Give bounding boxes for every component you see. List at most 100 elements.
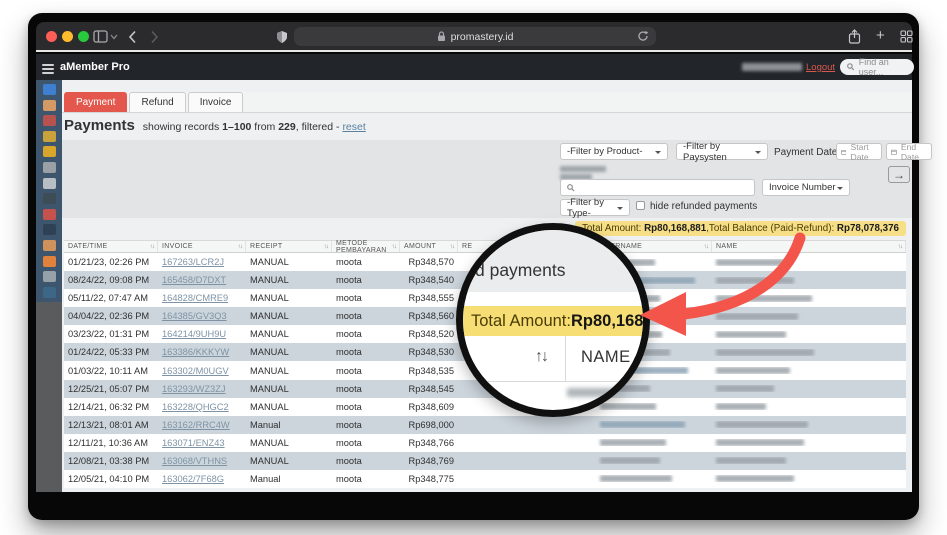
hamburger-menu-icon[interactable] [42, 62, 54, 76]
logout-link[interactable]: Logout [806, 62, 835, 73]
cell-name-redacted [712, 403, 906, 411]
close-window-button[interactable] [46, 31, 57, 42]
sort-icon[interactable]: ↑↓ [898, 243, 903, 250]
address-bar[interactable]: promastery.id [294, 27, 656, 46]
share-icon[interactable] [848, 29, 861, 44]
loupe-redacted-name-2 [611, 402, 643, 410]
cell-invoice: 165458/D7DXT [158, 275, 246, 285]
forward-icon[interactable] [150, 30, 159, 44]
reload-icon[interactable] [637, 30, 649, 42]
invoice-link[interactable]: 163228/QHGC2 [162, 402, 229, 412]
cell-receipt: MANUAL [250, 293, 289, 304]
privacy-shield-icon[interactable] [276, 30, 288, 44]
cell-invoice: 163386/KKKYW [158, 347, 246, 357]
utilities-wrench-icon[interactable] [42, 271, 56, 283]
invoice-link[interactable]: 163062/7F68G [162, 474, 224, 484]
cell-amount: Rp348,775 [408, 473, 455, 484]
invoice-link[interactable]: 164214/9UH9U [162, 329, 226, 339]
invoice-link[interactable]: 164385/GV3Q3 [162, 311, 227, 321]
zoom-window-button[interactable] [78, 31, 89, 42]
invoice-link[interactable]: 163302/M0UGV [162, 366, 229, 376]
cell-name-redacted [712, 385, 906, 393]
sort-icon[interactable]: ↑↓ [150, 243, 155, 250]
table-row: 12/11/21, 10:36 AM 163071/ENZ43 MANUAL moot… [64, 433, 906, 452]
tab-refund[interactable]: Refund [129, 92, 186, 112]
products-briefcase-icon[interactable] [42, 130, 56, 142]
apply-date-filter-button[interactable]: → [888, 166, 910, 183]
admin-sidebar [36, 80, 62, 302]
tab-payment[interactable]: Payment [64, 92, 128, 112]
loupe-name-header: NAME [581, 348, 631, 366]
filter-type-select[interactable]: -Filter by Type- [560, 197, 630, 219]
cell-invoice: 167263/LCR2J [158, 257, 246, 267]
invoice-link[interactable]: 165458/D7DXT [162, 275, 226, 285]
records-suffix: , filtered - [295, 121, 340, 133]
cell-metode-pembayaran: moota [336, 473, 362, 484]
sort-icon[interactable]: ↑↓ [238, 243, 243, 250]
cell-metode-pembayaran: moota [336, 275, 362, 286]
reports-chart-icon[interactable] [42, 115, 56, 127]
minimize-window-button[interactable] [62, 31, 73, 42]
invoice-link[interactable]: 167263/LCR2J [162, 257, 224, 267]
filter-paysystem-select[interactable]: -Filter by Paysysten [676, 141, 768, 163]
cell-receipt: Manual [250, 419, 281, 430]
find-user-search[interactable]: Find an user... [840, 57, 914, 77]
helpdesk-agent-icon[interactable] [42, 239, 56, 251]
records-from: from [254, 121, 276, 133]
hide-refunded-checkbox[interactable] [636, 201, 645, 210]
invoice-link[interactable]: 163068/VTHNS [162, 456, 227, 466]
cell-date: 05/11/22, 07:47 AM [68, 293, 148, 304]
cell-invoice: 163293/WZ3ZJ [158, 384, 246, 394]
sort-icon[interactable]: ↑↓ [450, 243, 455, 250]
affiliates-group-icon[interactable] [42, 193, 56, 205]
records-range: 1–100 [222, 121, 252, 133]
invoice-link[interactable]: 163293/WZ3ZJ [162, 384, 226, 394]
invoice-link[interactable]: 163162/RRC4W [162, 420, 230, 430]
form-editor-pen-icon[interactable] [42, 208, 56, 220]
content-books-icon[interactable] [42, 224, 56, 236]
tab-overview-icon[interactable] [900, 30, 913, 43]
cell-username-redacted [596, 457, 712, 465]
protect-lock-icon[interactable] [42, 146, 56, 158]
new-tab-icon[interactable]: + [876, 27, 885, 44]
site-title: aMember Pro [60, 61, 130, 73]
reset-filter-link[interactable]: reset [342, 121, 365, 133]
search-icon [847, 63, 855, 71]
cell-receipt: MANUAL [250, 257, 289, 268]
help-globe-icon[interactable] [42, 286, 56, 298]
sort-icon[interactable]: ↑↓ [392, 243, 397, 250]
chevron-down-icon[interactable] [110, 34, 118, 40]
cell-metode-pembayaran: moota [336, 437, 362, 448]
filter-product-select[interactable]: -Filter by Product- [560, 143, 668, 160]
cell-name-redacted [712, 475, 906, 483]
cell-date: 12/13/21, 08:01 AM [68, 419, 149, 430]
invoice-link[interactable]: 164828/CMRE9 [162, 293, 228, 303]
column-header-date-time[interactable]: DATE/TIME ↑↓ [64, 241, 158, 252]
tab-invoice[interactable]: Invoice [187, 92, 244, 112]
sort-icon[interactable]: ↑↓ [324, 243, 329, 250]
invoice-link[interactable]: 163386/KKKYW [162, 347, 229, 357]
cell-amount: Rp348,535 [408, 365, 455, 376]
dashboard-icon[interactable] [42, 84, 56, 95]
invoice-link[interactable]: 163071/ENZ43 [162, 438, 225, 448]
column-header-amount[interactable]: AMOUNT ↑↓ [400, 241, 458, 252]
settings-gear-icon[interactable] [42, 161, 56, 173]
sidebar-toggle-icon[interactable] [93, 30, 108, 43]
users-icon[interactable] [42, 99, 56, 111]
end-date-input[interactable]: End Date [886, 142, 932, 162]
column-header-receipt[interactable]: RECEIPT ↑↓ [246, 241, 332, 252]
cart-icon[interactable] [42, 177, 56, 189]
column-header-invoice[interactable]: INVOICE ↑↓ [158, 241, 246, 252]
cell-receipt: MANUAL [250, 437, 289, 448]
cell-amount: Rp348,530 [408, 347, 455, 358]
cell-date: 08/24/22, 09:08 PM [68, 275, 150, 286]
cell-date: 12/08/21, 03:38 PM [68, 455, 150, 466]
cell-name-redacted [712, 367, 906, 374]
back-icon[interactable] [128, 30, 137, 44]
invoice-number-select[interactable]: Invoice Number [762, 179, 850, 196]
cell-invoice: 163068/VTHNS [158, 456, 246, 466]
column-header-metode-pembayaran[interactable]: METODE PEMBAYARAN ↑↓ [332, 240, 400, 254]
calendar-icon [891, 149, 897, 155]
dashboard-gauge-icon[interactable] [42, 255, 56, 267]
payments-search-input[interactable] [560, 179, 755, 196]
